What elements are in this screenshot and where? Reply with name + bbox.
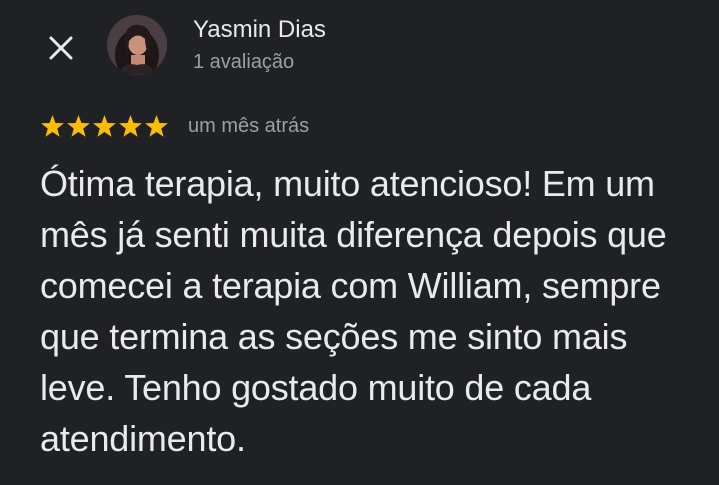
star-rating	[40, 114, 169, 139]
star-icon	[93, 114, 116, 137]
reviewer-name[interactable]: Yasmin Dias	[193, 16, 326, 44]
close-icon	[49, 36, 73, 60]
star-icon	[41, 114, 64, 137]
reviewer-review-count: 1 avaliação	[193, 51, 295, 73]
star-icon	[119, 114, 142, 137]
review-date: um mês atrás	[188, 114, 310, 137]
star-icon	[145, 114, 168, 137]
profile-photo-icon	[107, 15, 167, 75]
close-button[interactable]	[44, 31, 78, 65]
rating-row: um mês atrás	[40, 113, 309, 139]
avatar[interactable]	[107, 15, 167, 75]
review-text: Ótima terapia, muito atencioso! Em um mê…	[40, 163, 667, 459]
star-icon	[67, 114, 90, 137]
